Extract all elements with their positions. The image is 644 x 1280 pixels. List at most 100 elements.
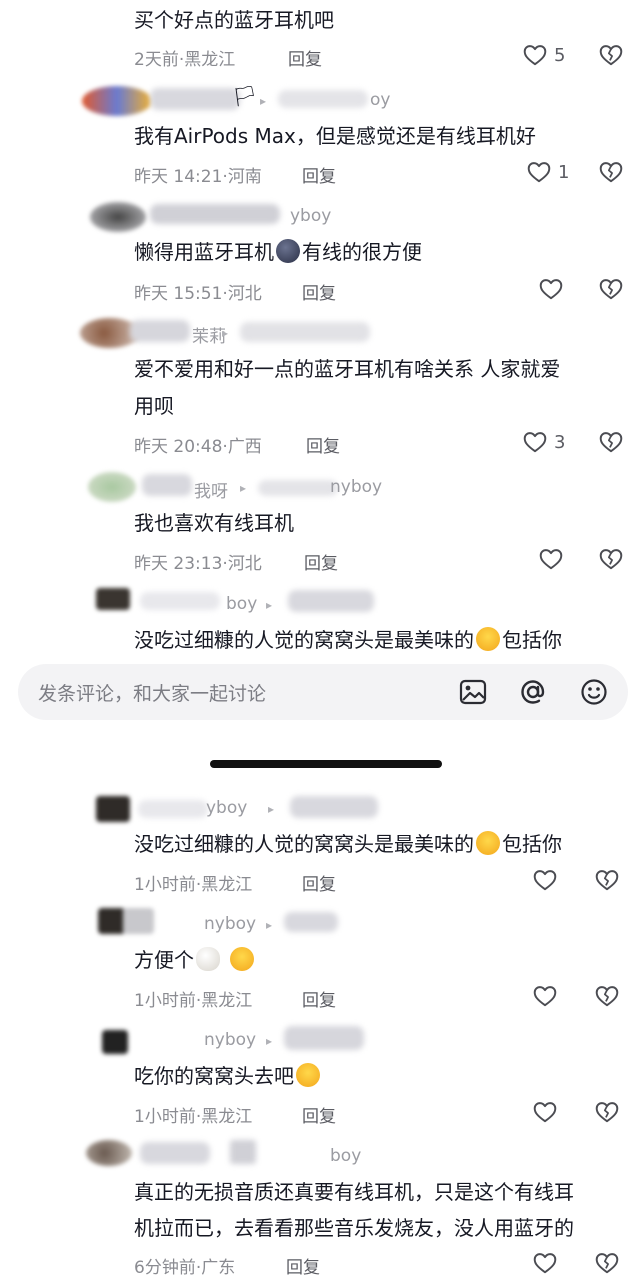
heart-icon[interactable]	[538, 546, 564, 572]
reply-button[interactable]: 回复	[302, 279, 336, 304]
avatar[interactable]	[82, 86, 152, 116]
comment-text-line: 用呗	[134, 394, 174, 418]
avatar[interactable]	[98, 908, 154, 934]
dislike-icon[interactable]	[598, 429, 624, 455]
comment-time: 2天前	[134, 50, 179, 70]
username-blur	[288, 590, 374, 612]
reply-button[interactable]: 回复	[306, 432, 340, 457]
like-button[interactable]: 1	[526, 159, 569, 185]
dislike-icon[interactable]	[598, 42, 624, 68]
comment-text: 没吃过细糠的人觉的窝窝头是最美味的 包括你	[134, 831, 562, 856]
comment-meta: 1小时前·黑龙江	[134, 1107, 253, 1127]
at-icon[interactable]	[518, 677, 548, 707]
heart-icon	[522, 429, 548, 455]
comment-text: 我也喜欢有线耳机	[134, 511, 294, 535]
comment-text: 我有AirPods Max，但是感觉还是有线耳机好	[134, 124, 536, 148]
username-blur	[258, 480, 338, 496]
avatar[interactable]	[96, 588, 130, 610]
like-button[interactable]: 3	[522, 429, 565, 455]
dislike-icon[interactable]	[598, 276, 624, 302]
triangle-icon: ▸	[240, 481, 247, 495]
comment-text: 没吃过细糠的人觉的窝窝头是最美味的 包括你	[134, 627, 562, 652]
like-button[interactable]: 5	[522, 42, 565, 68]
comment-location: 黑龙江	[201, 875, 253, 895]
image-icon[interactable]	[458, 677, 488, 707]
egg-emoji-icon	[196, 947, 220, 971]
username[interactable]: oy	[370, 90, 390, 110]
username-blur	[150, 204, 280, 224]
username[interactable]: nyboy	[204, 914, 256, 934]
avatar[interactable]	[102, 1030, 128, 1054]
username-blur	[142, 474, 192, 496]
comment-meta: 1小时前·黑龙江	[134, 875, 253, 895]
dislike-icon[interactable]	[594, 1099, 620, 1125]
comment-location: 广西	[227, 437, 262, 457]
username-blur	[240, 322, 370, 342]
triangle-icon: ▸	[266, 918, 273, 932]
username[interactable]: 我呀	[194, 477, 228, 502]
heart-icon[interactable]	[532, 983, 558, 1009]
crying-laughing-emoji-icon	[230, 947, 254, 971]
comment-time: 昨天 23:13	[134, 554, 223, 574]
comment-time: 昨天 15:51	[134, 284, 223, 304]
triangle-icon: ▸	[268, 802, 275, 816]
comment-text: 买个好点的蓝牙耳机吧	[134, 8, 334, 32]
comment-text-line: 机拉而已，去看看那些音乐发烧友，没人用蓝牙的	[134, 1216, 574, 1240]
dislike-icon[interactable]	[598, 159, 624, 185]
reply-button[interactable]: 回复	[302, 162, 336, 187]
reply-button[interactable]: 回复	[302, 986, 336, 1011]
username-blur	[138, 800, 208, 818]
username-blur	[230, 1140, 256, 1164]
comment-text: 方便个	[134, 942, 256, 978]
username-blur	[290, 796, 378, 818]
heart-icon[interactable]	[532, 1250, 558, 1276]
reply-button[interactable]: 回复	[302, 870, 336, 895]
reply-button[interactable]: 回复	[302, 1102, 336, 1127]
comment-meta: 6分钟前·广东	[134, 1258, 236, 1278]
comment-time: 昨天 14:21	[134, 167, 223, 187]
dislike-icon[interactable]	[594, 983, 620, 1009]
triangle-icon: ▸	[266, 598, 273, 612]
comment-location: 黑龙江	[201, 1107, 253, 1127]
username[interactable]: nyboy	[204, 1030, 256, 1050]
reply-button[interactable]: 回复	[288, 45, 322, 70]
comment-text: 吃你的窝窝头去吧	[134, 1058, 322, 1094]
reply-button[interactable]: 回复	[304, 549, 338, 574]
dislike-icon[interactable]	[594, 867, 620, 893]
emoji-icon[interactable]	[579, 677, 609, 707]
comment-meta: 昨天 14:21·河南	[134, 167, 262, 187]
dislike-icon[interactable]	[598, 546, 624, 572]
avatar[interactable]	[96, 796, 130, 822]
heart-icon[interactable]	[532, 1099, 558, 1125]
comment-location: 河北	[227, 284, 262, 304]
comment-meta: 昨天 15:51·河北	[134, 284, 262, 304]
avatar[interactable]	[86, 1140, 132, 1166]
comment-location: 河南	[227, 167, 262, 187]
comment-input-bar[interactable]: 发条评论，和大家一起讨论	[18, 664, 628, 720]
comment-input-placeholder[interactable]: 发条评论，和大家一起讨论	[38, 679, 266, 706]
triangle-icon: ▸	[260, 94, 267, 108]
username[interactable]: yboy	[290, 206, 331, 226]
dislike-icon[interactable]	[594, 1250, 620, 1276]
avatar[interactable]	[88, 472, 136, 502]
comment-time: 1小时前	[134, 875, 196, 895]
reply-button[interactable]: 回复	[286, 1253, 320, 1278]
avatar[interactable]	[90, 202, 146, 232]
comment-meta: 昨天 23:13·河北	[134, 554, 262, 574]
username[interactable]: boy	[226, 594, 257, 614]
heart-icon	[526, 159, 552, 185]
username-tail[interactable]: nyboy	[330, 477, 382, 497]
username[interactable]: boy	[330, 1146, 361, 1166]
comment-location: 黑龙江	[201, 991, 253, 1011]
heart-icon[interactable]	[532, 867, 558, 893]
comment-location: 广东	[201, 1258, 236, 1278]
username[interactable]: yboy	[206, 798, 247, 818]
comment-text: 懒得用蓝牙耳机 有线的很方便	[134, 239, 422, 264]
crying-laughing-emoji-icon	[476, 627, 500, 651]
comment-text-line: 真正的无损音质还真要有线耳机，只是这个有线耳	[134, 1180, 574, 1204]
comment-meta: 昨天 20:48·广西	[134, 437, 262, 457]
username-blur	[140, 1142, 210, 1164]
username[interactable]: 茉莉	[192, 322, 226, 347]
comment-time: 1小时前	[134, 991, 196, 1011]
heart-icon[interactable]	[538, 276, 564, 302]
